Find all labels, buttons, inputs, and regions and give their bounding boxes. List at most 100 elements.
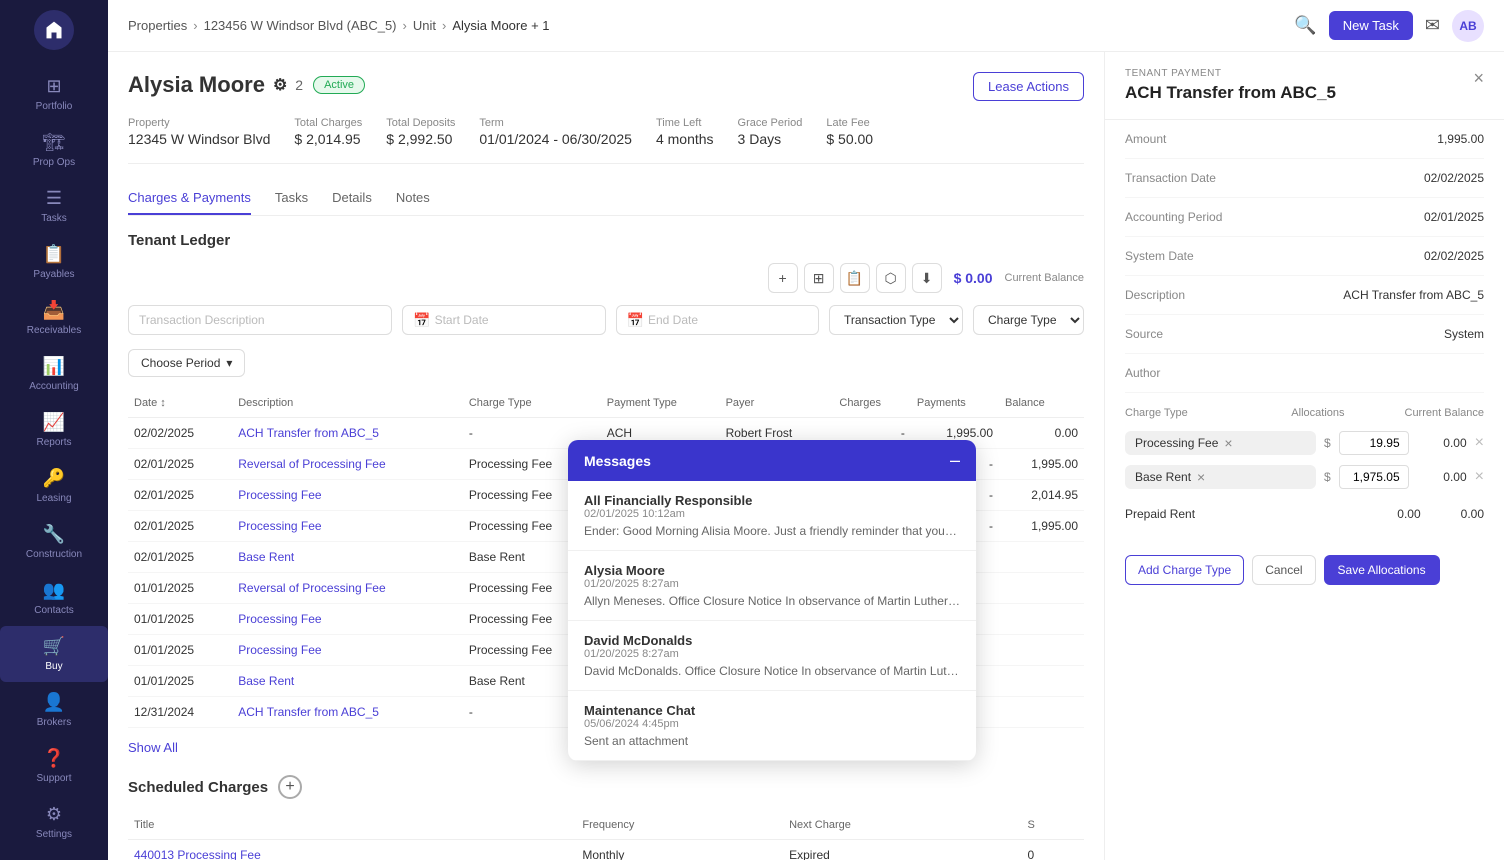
panel-details: Amount 1,995.00 Transaction Date 02/02/2… — [1105, 120, 1504, 393]
sidebar-item-leasing[interactable]: 🔑 Leasing — [0, 458, 108, 514]
action-btn-4[interactable]: ⬡ — [876, 263, 906, 293]
sidebar-item-receivables[interactable]: 📥 Receivables — [0, 290, 108, 346]
list-item[interactable]: David McDonalds 01/20/2025 8:27am David … — [568, 621, 976, 691]
breadcrumb-properties[interactable]: Properties — [128, 18, 187, 33]
add-charge-type-button[interactable]: Add Charge Type — [1125, 555, 1244, 585]
tab-tasks[interactable]: Tasks — [275, 182, 308, 215]
ledger-desc-link[interactable]: Reversal of Processing Fee — [238, 581, 385, 595]
action-btn-3[interactable]: 📋 — [840, 263, 870, 293]
stat-grace-period: Grace Period 3 Days — [738, 117, 803, 147]
scheduled-title-link[interactable]: 440013 Processing Fee — [134, 848, 261, 860]
panel-label: TENANT PAYMENT — [1125, 68, 1336, 79]
ledger-desc-link[interactable]: Base Rent — [238, 550, 294, 564]
sidebar-item-prop-ops[interactable]: 🏗 Prop Ops — [0, 122, 108, 178]
sidebar-item-tasks[interactable]: ☰ Tasks — [0, 178, 108, 234]
stats-row: Property 12345 W Windsor Blvd Total Char… — [128, 117, 1084, 164]
list-item[interactable]: All Financially Responsible 02/01/2025 1… — [568, 481, 976, 551]
breadcrumb-current: Alysia Moore + 1 — [452, 18, 549, 33]
alloc-remove-processing-fee[interactable]: × — [1224, 435, 1232, 451]
breadcrumb-unit[interactable]: Unit — [413, 18, 436, 33]
transaction-type-select[interactable]: Transaction Type — [829, 305, 963, 335]
ledger-desc-link[interactable]: Processing Fee — [238, 612, 321, 626]
messages-close-button[interactable]: – — [950, 450, 960, 471]
sidebar-item-portfolio[interactable]: ⊞ Portfolio — [0, 66, 108, 122]
sidebar: ⊞ Portfolio 🏗 Prop Ops ☰ Tasks 📋 Payable… — [0, 0, 108, 860]
stat-total-charges: Total Charges $ 2,014.95 — [294, 117, 362, 147]
mail-button[interactable]: ✉ — [1425, 15, 1440, 36]
alloc-tag-processing-fee: Processing Fee × — [1125, 431, 1316, 455]
receivables-icon: 📥 — [43, 300, 65, 321]
scheduled-title: Scheduled Charges — [128, 779, 268, 796]
show-all-link[interactable]: Show All — [128, 740, 178, 755]
panel-close-button[interactable]: × — [1473, 68, 1484, 89]
tenant-count: 2 — [295, 77, 303, 93]
alloc-amount-base-rent[interactable] — [1339, 465, 1409, 489]
tab-charges[interactable]: Charges & Payments — [128, 182, 251, 215]
ledger-desc-link[interactable]: Processing Fee — [238, 643, 321, 657]
sidebar-item-support[interactable]: ❓ Support — [0, 738, 108, 794]
sidebar-logo — [34, 10, 74, 50]
sidebar-item-buy[interactable]: 🛒 Buy — [0, 626, 108, 682]
sidebar-item-settings[interactable]: ⚙ Settings — [0, 794, 108, 850]
sidebar-item-reports[interactable]: 📈 Reports — [0, 402, 108, 458]
lease-actions-button[interactable]: Lease Actions — [973, 72, 1084, 101]
settings-icon-tenant: ⚙ — [273, 75, 287, 95]
sort-icon: ↕ — [160, 397, 166, 409]
new-task-button[interactable]: New Task — [1329, 11, 1413, 40]
alloc-amount-processing-fee[interactable] — [1339, 431, 1409, 455]
messages-list: All Financially Responsible 02/01/2025 1… — [568, 481, 976, 761]
detail-row: System Date 02/02/2025 — [1125, 237, 1484, 276]
description-input[interactable] — [128, 305, 392, 335]
col-date: Date ↕ — [128, 389, 232, 418]
ledger-desc-link[interactable]: Processing Fee — [238, 519, 321, 533]
ledger-desc-link[interactable]: ACH Transfer from ABC_5 — [238, 705, 379, 719]
sidebar-item-contacts[interactable]: 👥 Contacts — [0, 570, 108, 626]
cancel-button[interactable]: Cancel — [1252, 555, 1315, 585]
panel-title: ACH Transfer from ABC_5 — [1125, 83, 1336, 103]
alloc-remove-base-rent[interactable]: × — [1197, 469, 1205, 485]
sidebar-item-payables[interactable]: 📋 Payables — [0, 234, 108, 290]
start-date-input[interactable] — [435, 313, 595, 327]
col-payments: Payments — [911, 389, 999, 418]
calendar-icon-end: 📅 — [627, 312, 644, 329]
sidebar-item-construction[interactable]: 🔧 Construction — [0, 514, 108, 570]
panel-actions: Add Charge Type Cancel Save Allocations — [1105, 543, 1504, 597]
construction-icon: 🔧 — [43, 524, 65, 545]
ledger-desc-link[interactable]: Processing Fee — [238, 488, 321, 502]
tab-notes[interactable]: Notes — [396, 182, 430, 215]
action-btn-2[interactable]: ⊞ — [804, 263, 834, 293]
chevron-down-icon: ▾ — [226, 356, 232, 370]
col-payer: Payer — [720, 389, 834, 418]
list-item[interactable]: Maintenance Chat 05/06/2024 4:45pm Sent … — [568, 691, 976, 761]
alloc-delete-processing-fee[interactable]: × — [1475, 434, 1484, 452]
charge-type-select[interactable]: Charge Type — [973, 305, 1084, 335]
action-btn-5[interactable]: ⬇ — [912, 263, 942, 293]
tenant-name: Alysia Moore ⚙ 2 — [128, 72, 303, 98]
col-charges: Charges — [833, 389, 911, 418]
ledger-desc-link[interactable]: Reversal of Processing Fee — [238, 457, 385, 471]
alloc-delete-base-rent[interactable]: × — [1475, 468, 1484, 486]
portfolio-icon: ⊞ — [46, 76, 61, 97]
action-btn-1[interactable]: + — [768, 263, 798, 293]
list-item[interactable]: Alysia Moore 01/20/2025 8:27am Allyn Men… — [568, 551, 976, 621]
right-panel-header: TENANT PAYMENT ACH Transfer from ABC_5 × — [1105, 52, 1504, 120]
period-button[interactable]: Choose Period ▾ — [128, 349, 245, 377]
ledger-desc-link[interactable]: Base Rent — [238, 674, 294, 688]
stat-term: Term 01/01/2024 - 06/30/2025 — [479, 117, 632, 147]
search-button[interactable]: 🔍 — [1294, 15, 1316, 36]
detail-row: Source System — [1125, 315, 1484, 354]
sidebar-item-brokers[interactable]: 👤 Brokers — [0, 682, 108, 738]
tab-details[interactable]: Details — [332, 182, 372, 215]
ledger-title: Tenant Ledger — [128, 232, 1084, 249]
sidebar-item-accounting[interactable]: 📊 Accounting — [0, 346, 108, 402]
payables-icon: 📋 — [43, 244, 65, 265]
avatar[interactable]: AB — [1452, 10, 1484, 42]
save-allocations-button[interactable]: Save Allocations — [1324, 555, 1440, 585]
add-scheduled-button[interactable]: + — [278, 775, 302, 799]
leasing-icon: 🔑 — [43, 468, 65, 489]
buy-icon: 🛒 — [43, 636, 65, 657]
col-sc-s: S — [1021, 811, 1084, 840]
ledger-desc-link[interactable]: ACH Transfer from ABC_5 — [238, 426, 379, 440]
end-date-input[interactable] — [648, 313, 808, 327]
breadcrumb-property[interactable]: 123456 W Windsor Blvd (ABC_5) — [204, 18, 397, 33]
